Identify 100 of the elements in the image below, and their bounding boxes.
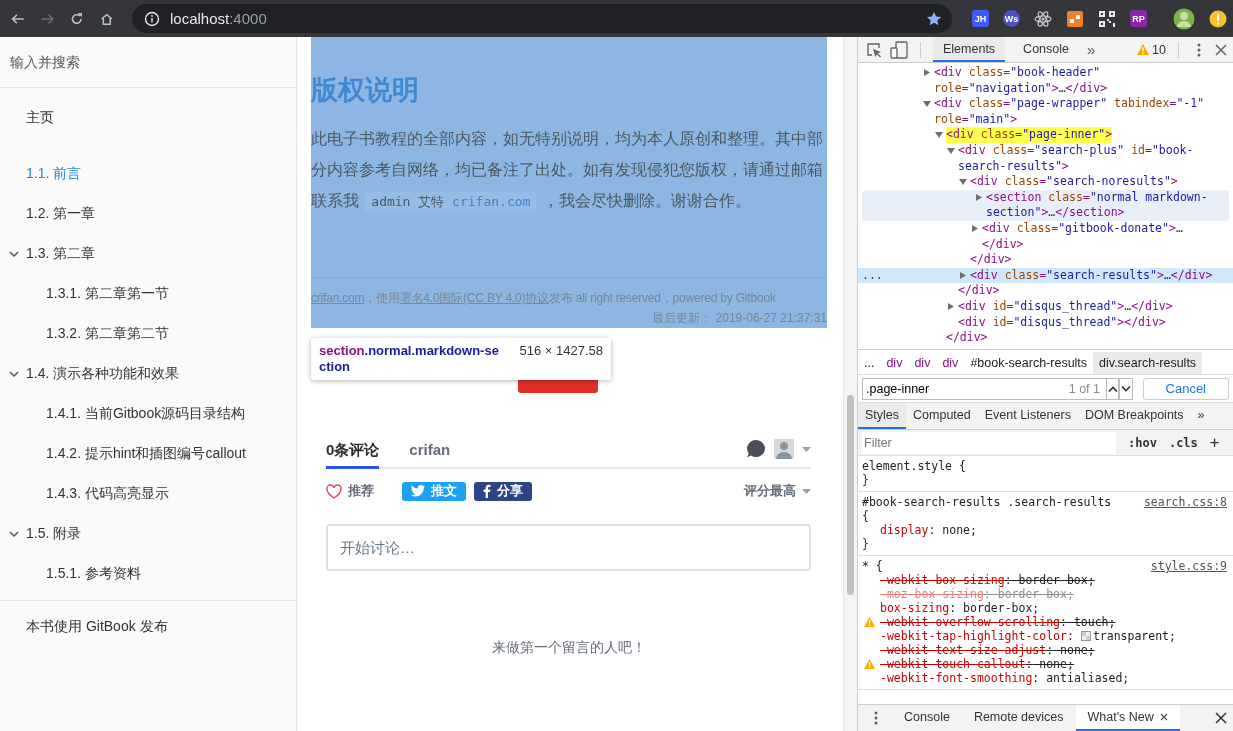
more-marker[interactable]: ... (862, 267, 883, 284)
chat-bubble-icon[interactable] (746, 439, 766, 459)
extension-button[interactable]: JH (972, 10, 989, 27)
property-value[interactable]: border-box; (956, 601, 1040, 615)
more-tabs-button[interactable]: » (1087, 41, 1096, 58)
cancel-button[interactable]: Cancel (1142, 377, 1229, 400)
previous-match-button[interactable] (1106, 377, 1120, 400)
pane-tab[interactable]: Computed (906, 403, 978, 429)
property-value[interactable]: antialiased; (1039, 671, 1130, 685)
pane-tab[interactable]: DOM Breakpoints (1077, 403, 1191, 429)
sort-dropdown[interactable]: 评分最高 (744, 482, 811, 500)
menu-icon[interactable] (874, 711, 878, 725)
property-name[interactable]: display (880, 523, 929, 537)
expand-arrow-icon[interactable] (946, 145, 956, 155)
share-button[interactable]: 分享 (474, 481, 532, 501)
close-icon[interactable] (1215, 712, 1227, 724)
chevron-icon[interactable] (8, 248, 20, 260)
extension-button[interactable]: Ws (1003, 10, 1020, 27)
expand-arrow-icon[interactable] (946, 301, 956, 311)
caret-icon[interactable] (802, 446, 811, 452)
nav-link[interactable]: 1.2. 第一章 (0, 194, 296, 234)
tree-row[interactable]: <div class="gitbook-donate">… </div> (858, 220, 1233, 253)
breadcrumb[interactable]: div (880, 352, 909, 374)
address-field[interactable]: localhost:4000 (132, 4, 952, 33)
tile-icon[interactable] (1066, 9, 1084, 28)
warnings-counter[interactable]: 10 (1137, 42, 1166, 57)
breadcrumb[interactable]: div.search-results (1093, 352, 1203, 374)
property-name[interactable]: -webkit-font-smoothing (880, 671, 1033, 685)
expand-arrow-icon[interactable] (974, 192, 984, 202)
inspect-icon[interactable] (866, 41, 882, 58)
breadcrumb[interactable]: div (908, 352, 937, 374)
property-value[interactable]: touch; (1066, 615, 1116, 629)
property-value[interactable]: none; (1032, 657, 1074, 671)
menu-icon[interactable] (1197, 42, 1201, 57)
breadcrumb[interactable]: div (936, 352, 965, 374)
alert-icon[interactable] (1209, 9, 1227, 28)
property-name[interactable]: -webkit-touch-callout (880, 657, 1026, 671)
property-value[interactable]: border-box; (1011, 573, 1095, 587)
nav-link[interactable]: 1.5.1. 参考资料 (0, 554, 296, 594)
devtools-tab[interactable]: Elements (933, 37, 1006, 62)
expand-arrow-icon[interactable] (922, 99, 932, 109)
expand-arrow-icon[interactable] (922, 68, 932, 77)
tree-row[interactable]: <div class="search-noresults"> (858, 174, 1233, 190)
filter-field[interactable]: Filter (862, 431, 1116, 454)
nav-link[interactable]: 1.1. 前言 (0, 154, 296, 194)
breadcrumb[interactable]: #book-search-results (964, 352, 1094, 374)
comment-field[interactable]: 开始讨论… (326, 524, 811, 571)
color-swatch-icon[interactable] (1080, 631, 1091, 641)
property-name[interactable]: -webkit-overflow-scrolling (880, 615, 1060, 629)
extension-button[interactable]: RP (1130, 10, 1147, 27)
class-button[interactable]: .cls (1168, 435, 1198, 450)
pane-tab[interactable]: Styles (858, 403, 907, 429)
nav-link[interactable]: 1.4.2. 提示hint和插图编号callout (0, 434, 296, 474)
footer-link[interactable]: 本书使用 GitBook 发布 (0, 601, 296, 636)
property-value[interactable]: transparent; (1092, 629, 1176, 643)
expand-arrow-icon[interactable] (934, 130, 944, 140)
atom-icon[interactable] (1034, 9, 1052, 28)
drawer-tab[interactable]: What's New (1075, 705, 1180, 731)
hover-state-button[interactable]: :hov (1128, 435, 1157, 450)
drawer-tab[interactable]: Console (892, 705, 962, 731)
source-link[interactable]: search.css:8 (1143, 495, 1227, 509)
nav-link[interactable]: 1.3.1. 第二章第一节 (0, 274, 296, 314)
tree-row[interactable]: ... <div class="search-results">…</div> (858, 267, 1233, 284)
tree-row[interactable]: <div id="disqus_thread"></div> (858, 314, 1233, 331)
tree-row[interactable]: <div class="page-inner"> (858, 127, 1233, 143)
nav-link[interactable]: 1.4. 演示各种功能和效果 (0, 354, 296, 394)
devtools-tab[interactable]: Console (1013, 37, 1079, 62)
drawer-tab[interactable]: Remote devices (961, 705, 1076, 731)
next-match-button[interactable] (1119, 377, 1133, 400)
tree-row[interactable]: <div class="book-header" role="navigation">…</div> (858, 65, 1233, 97)
property-name[interactable]: -webkit-box-sizing (880, 573, 1005, 587)
tree-row[interactable]: <div id="disqus_thread">…</div> (858, 298, 1233, 315)
nav-link[interactable]: 1.4.1. 当前Gitbook源码目录结构 (0, 394, 296, 434)
search-field[interactable]: 输入并搜索 (0, 47, 290, 77)
close-icon[interactable] (1215, 43, 1227, 56)
new-rule-button[interactable]: + (1209, 433, 1220, 452)
profile-icon[interactable] (1173, 7, 1195, 30)
property-name[interactable]: box-sizing (880, 601, 950, 615)
nav-link[interactable]: 主页 (0, 98, 296, 138)
chevron-icon[interactable] (8, 368, 20, 380)
nav-link[interactable]: 1.3.2. 第二章第二节 (0, 314, 296, 354)
property-name[interactable]: -webkit-tap-highlight-color (880, 629, 1067, 643)
expand-arrow-icon[interactable] (970, 223, 980, 233)
chevron-icon[interactable] (8, 528, 20, 540)
expand-arrow-icon[interactable] (958, 270, 968, 280)
expand-arrow-icon[interactable] (958, 177, 968, 187)
property-value[interactable]: none; (1053, 643, 1095, 657)
breadcrumb[interactable]: ... (858, 352, 881, 374)
close-icon[interactable] (1159, 713, 1168, 721)
source-link[interactable]: style.css:9 (1150, 559, 1227, 573)
tree-row[interactable]: <div class="search-plus" id="book-search-results"> (858, 142, 1233, 175)
star-icon[interactable] (926, 10, 942, 27)
qr-code-icon[interactable] (1098, 9, 1116, 28)
tree-row[interactable]: <section class="normal markdown-section">…</section> (862, 189, 1229, 221)
comments-tab[interactable]: crifan (409, 433, 451, 469)
nav-link[interactable]: 1.3. 第二章 (0, 234, 296, 274)
pane-tab[interactable]: Event Listeners (977, 403, 1078, 429)
scrollbar[interactable] (843, 37, 857, 731)
nav-link[interactable]: 1.5. 附录 (0, 514, 296, 554)
device-icon[interactable] (890, 40, 908, 59)
